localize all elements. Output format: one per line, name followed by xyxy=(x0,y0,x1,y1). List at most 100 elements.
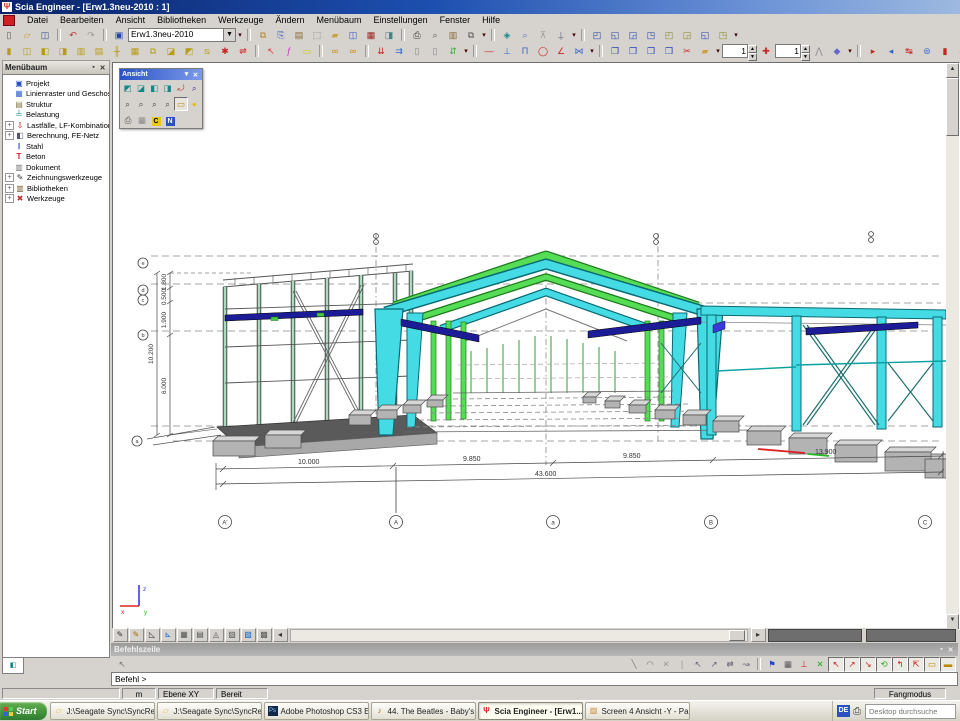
snap-center-icon[interactable]: ⇱ xyxy=(908,657,924,672)
zoom-extent-icon[interactable]: ⌕ xyxy=(148,97,161,111)
folder-open-icon[interactable]: ▰ xyxy=(697,44,714,59)
wall-icon[interactable]: ▤ xyxy=(91,44,108,59)
view-f2-icon[interactable]: ◱ xyxy=(607,28,624,43)
column-icon[interactable]: ◫ xyxy=(19,44,36,59)
redo-icon[interactable]: ↷ xyxy=(83,28,100,43)
zoom-prev-icon[interactable]: ⌕ xyxy=(161,97,174,111)
sidebar-item-linienraster[interactable]: ▦Linienraster und Geschosse xyxy=(5,89,109,100)
load-right-icon[interactable]: ⇉ xyxy=(391,44,408,59)
search-doc-icon[interactable]: ⌕ xyxy=(517,28,534,43)
horizontal-scrollbar[interactable] xyxy=(290,629,748,642)
menu-menuebaum[interactable]: Menübaum xyxy=(311,14,368,27)
support2-icon[interactable]: ▯ xyxy=(427,44,444,59)
region-icon[interactable]: ▭ xyxy=(299,44,316,59)
window4-icon[interactable]: ❒ xyxy=(661,44,678,59)
menu-bibliotheken[interactable]: Bibliotheken xyxy=(151,14,212,27)
status-plane[interactable]: Ebene XY xyxy=(158,688,214,699)
menu-datei[interactable]: Datei xyxy=(21,14,54,27)
dim-line-icon[interactable]: — xyxy=(481,44,498,59)
snap-curve-icon[interactable]: ↝ xyxy=(738,657,754,672)
beam-icon[interactable]: ◧ xyxy=(37,44,54,59)
view-f8-icon[interactable]: ◳ xyxy=(715,28,732,43)
reverse-icon[interactable]: ⇵ xyxy=(445,44,462,59)
split-icon[interactable]: ◨ xyxy=(381,28,398,43)
clip-overflow-icon[interactable]: ▾ xyxy=(714,47,722,55)
zoom-out-icon[interactable]: ⌕ xyxy=(134,97,147,111)
tools-overflow-icon[interactable]: ▾ xyxy=(570,31,578,39)
command-input[interactable]: Befehl > xyxy=(111,672,958,686)
sidebar-item-beton[interactable]: TBeton xyxy=(5,152,109,163)
dim-height-icon[interactable]: Π xyxy=(517,44,534,59)
sidebar-item-lastfaelle[interactable]: +⇩Lastfälle, LF-Kombinationen xyxy=(5,120,109,131)
snap-flag-icon[interactable]: ⚑ xyxy=(764,657,780,672)
menu-einstellungen[interactable]: Einstellungen xyxy=(368,14,434,27)
toolbar-overflow-icon[interactable]: ▾ xyxy=(236,31,244,39)
beamview1-icon[interactable]: ▸ xyxy=(865,44,882,59)
taskbar-item-folder1[interactable]: ▱ J:\Seagate Sync\SyncRe... xyxy=(50,702,155,720)
levels-icon[interactable]: ⊼ xyxy=(535,28,552,43)
sidebar-item-belastung[interactable]: ╧Belastung xyxy=(5,110,109,121)
snap-tangent-icon[interactable]: ↰ xyxy=(892,657,908,672)
link2-icon[interactable]: ∞ xyxy=(345,44,362,59)
close-icon[interactable]: ✕ xyxy=(946,646,955,654)
scrollbar-thumb[interactable] xyxy=(946,78,959,136)
prev-arrow-icon[interactable]: ◂ xyxy=(273,628,288,642)
structure-icon[interactable]: ⍊ xyxy=(553,28,570,43)
shade-tool-icon[interactable]: ▨ xyxy=(241,628,256,642)
layer-overflow-icon[interactable]: ▾ xyxy=(846,47,854,55)
rib-icon[interactable]: ◩ xyxy=(181,44,198,59)
sidebar-item-dokument[interactable]: ▥Dokument xyxy=(5,162,109,173)
sidebar-item-projekt[interactable]: ▣Projekt xyxy=(5,78,109,89)
view-rotate3-icon[interactable]: ◧ xyxy=(148,81,161,95)
hscroll-right-icon[interactable]: ▸ xyxy=(751,628,766,642)
hscroll-thumb[interactable] xyxy=(729,630,745,641)
window2-icon[interactable]: ❒ xyxy=(625,44,642,59)
package-icon[interactable]: ◈ xyxy=(499,28,516,43)
haunch-icon[interactable]: ◨ xyxy=(55,44,72,59)
opening-icon[interactable]: ◪ xyxy=(163,44,180,59)
menu-tree-header[interactable]: Menübaum ▪ ✕ xyxy=(2,60,110,75)
sidebar-item-zeichnung[interactable]: +✎Zeichnungswerkzeuge xyxy=(5,173,109,184)
expand-icon[interactable]: + xyxy=(5,184,14,193)
snap-swap-icon[interactable]: ⇄ xyxy=(722,657,738,672)
snap-ne-icon[interactable]: ↗ xyxy=(706,657,722,672)
save-icon[interactable]: ◫ xyxy=(37,28,54,43)
preview-icon[interactable]: ⌕ xyxy=(427,28,444,43)
snap-edge-icon[interactable]: ▭ xyxy=(924,657,940,672)
new-icon[interactable]: ▯ xyxy=(1,28,18,43)
sidebar-item-stahl[interactable]: ⅠStahl xyxy=(5,141,109,152)
copy-icon[interactable]: ⎘ xyxy=(273,28,290,43)
export-icon[interactable]: ⧉ xyxy=(463,28,480,43)
command-panel-header[interactable]: Befehlszeile ▪ ✕ xyxy=(111,643,958,656)
undo-icon[interactable]: ↶ xyxy=(65,28,82,43)
table-tool-icon[interactable]: ▤ xyxy=(193,628,208,642)
snap-cross-icon[interactable]: ✕ xyxy=(658,657,674,672)
snap-nw-icon[interactable]: ↖ xyxy=(690,657,706,672)
angle-tool-icon[interactable]: ◺ xyxy=(145,628,160,642)
view-f4-icon[interactable]: ◳ xyxy=(643,28,660,43)
draw-tool2-icon[interactable]: ✎ xyxy=(129,628,144,642)
menu-ansicht[interactable]: Ansicht xyxy=(110,14,152,27)
dim-node-icon[interactable]: ⋈ xyxy=(571,44,588,59)
menu-hilfe[interactable]: Hilfe xyxy=(476,14,506,27)
link1-icon[interactable]: ∞ xyxy=(327,44,344,59)
snap-node-icon[interactable]: ↘ xyxy=(860,657,876,672)
view-f7-icon[interactable]: ◱ xyxy=(697,28,714,43)
menu-bearbeiten[interactable]: Bearbeiten xyxy=(54,14,110,27)
view-orbit-icon[interactable]: ⤾ xyxy=(174,81,187,95)
status-snap-mode[interactable]: Fangmodus xyxy=(874,688,946,699)
layout-icon[interactable]: ◫ xyxy=(345,28,362,43)
chevron-down-icon[interactable]: ▼ xyxy=(223,29,235,41)
ansicht-titlebar[interactable]: Ansicht ▼ ✕ xyxy=(120,69,202,80)
vertical-scrollbar[interactable]: ▲ ▼ xyxy=(946,63,959,629)
snap-intersect-icon[interactable]: ✕ xyxy=(812,657,828,672)
printer-tray-icon[interactable]: ⎙ xyxy=(853,706,861,717)
snap-perp-icon[interactable]: ⊥ xyxy=(796,657,812,672)
beamview2-icon[interactable]: ◂ xyxy=(883,44,900,59)
function-icon[interactable]: ƒ xyxy=(281,44,298,59)
snap-midpoint-icon[interactable]: ↗ xyxy=(844,657,860,672)
snap-bar-icon[interactable]: ❘ xyxy=(674,657,690,672)
pin-icon[interactable]: ▪ xyxy=(89,64,98,71)
model-viewport[interactable]: 10.000 9.850 9.850 13.900 43.600 A' A a … xyxy=(112,62,960,630)
toggle-n-icon[interactable]: N xyxy=(163,113,177,127)
